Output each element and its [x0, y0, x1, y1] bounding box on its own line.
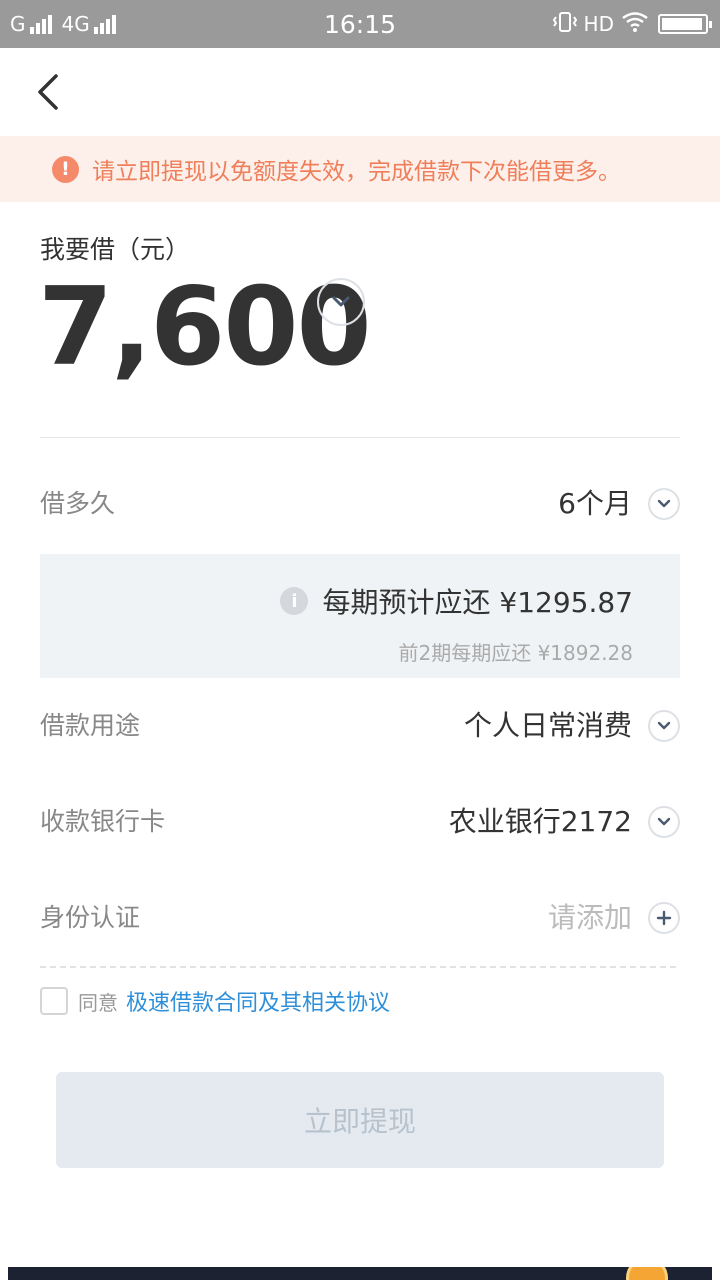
withdraw-button[interactable]: 立即提现 [56, 1072, 664, 1168]
chevron-down-icon[interactable] [648, 710, 680, 742]
repayment-summary: i 每期预计应还 ¥1295.87 前2期每期应还 ¥1892.28 [40, 554, 680, 678]
agree-checkbox[interactable] [40, 987, 68, 1015]
agree-prefix: 同意 [78, 990, 118, 1015]
dashed-divider [40, 966, 676, 968]
back-button[interactable] [28, 68, 68, 116]
hd-label: HD [583, 12, 614, 36]
identity-placeholder: 请添加 [547, 901, 632, 934]
chevron-down-icon[interactable] [648, 488, 680, 520]
term-row[interactable]: 借多久 6个月 [40, 474, 680, 534]
bank-card-label: 收款银行卡 [40, 807, 166, 836]
identity-label: 身份认证 [40, 903, 141, 932]
repayment-first-periods: 前2期每期应还 ¥1892.28 [398, 641, 633, 665]
repayment-main: i 每期预计应还 ¥1295.87 [280, 581, 633, 621]
warning-notice: ! 请立即提现以免额度失效，完成借款下次能借更多。 [0, 136, 720, 202]
chevron-left-icon [38, 74, 58, 110]
bank-card-value: 农业银行2172 [448, 805, 632, 838]
coin-icon [626, 1267, 668, 1280]
amount-label: 我要借（元） [40, 235, 191, 264]
chevron-down-icon[interactable] [648, 806, 680, 838]
status-right: HD [552, 10, 712, 38]
battery-fill [662, 18, 702, 30]
agreement-link[interactable]: 极速借款合同及其相关协议 [126, 985, 390, 1017]
term-value: 6个月 [558, 487, 632, 520]
purpose-row[interactable]: 借款用途 个人日常消费 [40, 696, 680, 756]
wifi-icon [622, 11, 648, 37]
repayment-amount: 每期预计应还 ¥1295.87 [322, 586, 633, 619]
battery-icon [658, 14, 712, 34]
bank-card-row[interactable]: 收款银行卡 农业银行2172 [40, 792, 680, 852]
term-label: 借多久 [40, 489, 116, 518]
notice-text: 请立即提现以免额度失效，完成借款下次能借更多。 [92, 159, 621, 185]
purpose-label: 借款用途 [40, 711, 141, 740]
identity-row[interactable]: 身份认证 请添加 [40, 888, 680, 948]
amount-dropdown-button[interactable] [317, 278, 365, 326]
loan-amount[interactable]: 7,600 [38, 268, 372, 388]
status-bar: G 4G 16:15 HD [0, 0, 720, 48]
bottom-banner[interactable] [8, 1267, 712, 1280]
vibrate-icon [552, 11, 578, 38]
agreement: 同意 极速借款合同及其相关协议 [40, 985, 390, 1017]
nav-bar [0, 48, 720, 136]
add-icon[interactable] [648, 902, 680, 934]
divider [40, 437, 680, 438]
warning-icon: ! [52, 155, 79, 183]
info-icon[interactable]: i [280, 587, 309, 615]
purpose-value: 个人日常消费 [463, 709, 632, 742]
chevron-down-icon [332, 296, 350, 307]
